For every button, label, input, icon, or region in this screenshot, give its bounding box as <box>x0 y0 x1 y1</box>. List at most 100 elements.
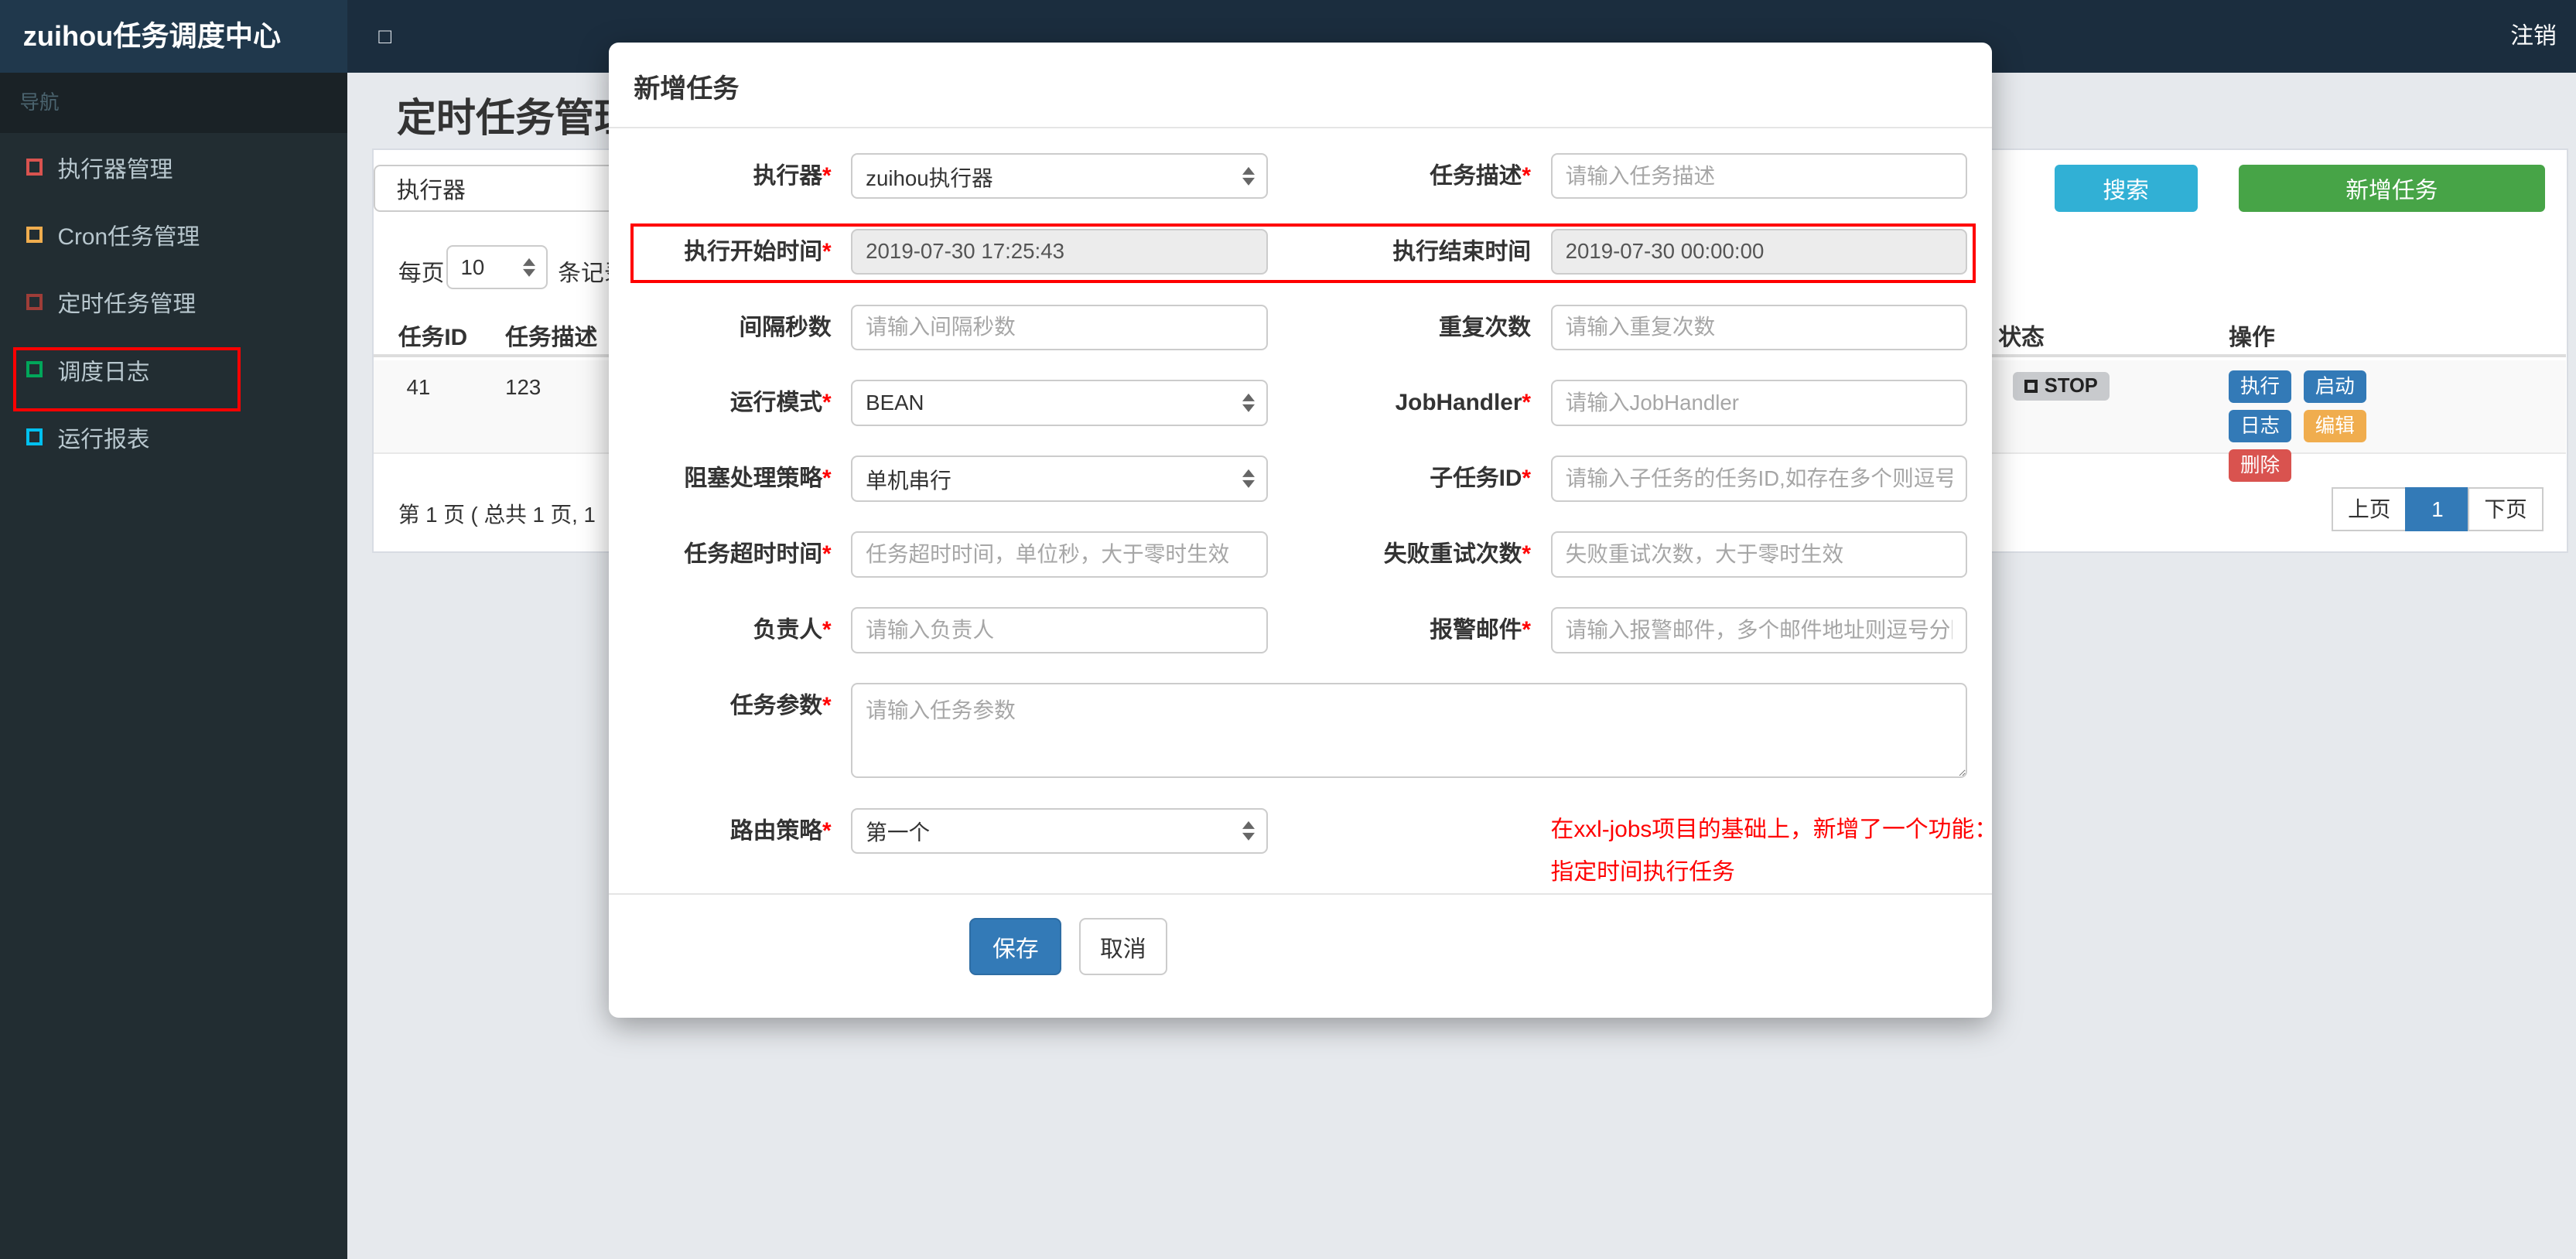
perpage-select-value: 10 <box>460 254 485 279</box>
repeat-count-input[interactable] <box>1550 304 1967 351</box>
col-header-task-desc: 任务描述 <box>505 324 598 350</box>
field-label: 任务参数 <box>729 692 823 718</box>
required-asterisk: * <box>1522 162 1532 189</box>
current-page-button[interactable]: 1 <box>2405 486 2470 532</box>
jobhandler-input[interactable] <box>1550 380 1967 426</box>
save-button[interactable]: 保存 <box>969 918 1062 975</box>
start-button[interactable]: 启动 <box>2303 370 2366 404</box>
route-strategy-select[interactable]: 第一个 <box>851 807 1268 855</box>
required-asterisk: * <box>1522 390 1532 416</box>
logout-link[interactable]: 注销 <box>2510 0 2557 73</box>
sidebar-item-scheduled-task-mgmt[interactable]: 定时任务管理 <box>0 268 347 336</box>
cancel-button[interactable]: 取消 <box>1078 918 1168 975</box>
sidebar-item-run-report[interactable]: 运行报表 <box>0 403 347 470</box>
form-row: 执行器* zuihou执行器 任务描述* <box>634 152 1967 200</box>
square-icon <box>26 159 43 176</box>
field-label: 阻塞处理策略 <box>684 466 823 492</box>
required-asterisk: * <box>1522 617 1532 643</box>
select-arrow-icon <box>1242 394 1255 412</box>
sidebar: 导航 执行器管理 Cron任务管理 定时任务管理 调度日志 运行报表 <box>0 72 347 1259</box>
search-button[interactable]: 搜索 <box>2054 164 2198 213</box>
field-label: 负责人 <box>753 617 823 643</box>
square-icon <box>26 226 43 243</box>
field-label: 执行器 <box>753 162 823 189</box>
sidebar-item-label: 定时任务管理 <box>57 292 196 318</box>
required-asterisk: * <box>822 162 832 189</box>
field-label: 子任务ID <box>1430 466 1522 492</box>
task-timeout-input[interactable] <box>851 531 1268 578</box>
field-label: 间隔秒数 <box>739 314 832 340</box>
sidebar-item-cron-task-mgmt[interactable]: Cron任务管理 <box>0 201 347 268</box>
sidebar-item-label: 调度日志 <box>57 359 150 385</box>
square-icon <box>26 428 43 445</box>
add-task-button[interactable]: 新增任务 <box>2238 164 2545 213</box>
app-screen: zuihou任务调度中心 □ 注销 导航 执行器管理 Cron任务管理 定时任务… <box>0 0 2576 1259</box>
required-asterisk: * <box>822 541 832 568</box>
select-arrow-icon <box>1242 166 1255 186</box>
sidebar-item-dispatch-log[interactable]: 调度日志 <box>0 336 347 403</box>
field-label: 任务描述 <box>1430 162 1522 189</box>
delete-button[interactable]: 删除 <box>2229 449 2291 483</box>
perpage-label: 每页 <box>398 260 445 286</box>
form-row: 执行开始时间* 执行结束时间 <box>634 228 1967 275</box>
sidebar-item-label: 执行器管理 <box>57 156 173 183</box>
run-mode-select[interactable]: BEAN <box>851 380 1268 426</box>
sidebar-item-label: 运行报表 <box>57 426 150 452</box>
row-actions: 执行 启动 日志 编辑 删除 <box>2229 367 2443 485</box>
required-asterisk: * <box>822 466 832 492</box>
modal-footer: 保存 取消 <box>609 893 1992 1018</box>
col-header-actions: 操作 <box>2229 324 2275 350</box>
prev-page-button[interactable]: 上页 <box>2331 486 2407 532</box>
field-label: JobHandler <box>1395 390 1522 416</box>
alarm-email-input[interactable] <box>1550 607 1967 653</box>
modal-title: 新增任务 <box>634 74 740 104</box>
field-label: 重复次数 <box>1438 314 1532 340</box>
col-header-status: 状态 <box>1998 324 2045 350</box>
required-asterisk: * <box>822 390 832 416</box>
stop-icon <box>2024 380 2038 394</box>
required-asterisk: * <box>822 238 832 264</box>
required-asterisk: * <box>822 617 832 643</box>
sidebar-item-executor-mgmt[interactable]: 执行器管理 <box>0 133 347 200</box>
executor-filter-label: 执行器 <box>396 178 466 204</box>
task-params-textarea[interactable] <box>851 682 1967 779</box>
fail-retry-count-input[interactable] <box>1550 531 1967 578</box>
end-time-input[interactable] <box>1550 228 1967 275</box>
feature-note: 在xxl-jobs项目的基础上，新增了一个功能： 指定时间执行任务 <box>1551 808 1997 894</box>
pagination-info: 第 1 页 ( 总共 1 页, 1 <box>398 502 596 527</box>
perpage-select[interactable]: 10 <box>446 244 548 290</box>
modal-header: 新增任务 <box>609 43 1992 128</box>
field-label: 执行开始时间 <box>684 238 823 264</box>
select-arrow-icon <box>1242 821 1255 840</box>
start-time-input[interactable] <box>851 228 1268 275</box>
task-desc-input[interactable] <box>1550 152 1967 200</box>
required-asterisk: * <box>822 817 832 844</box>
page-title: 定时任务管理 <box>396 95 634 140</box>
log-button[interactable]: 日志 <box>2229 409 2291 443</box>
modal-body: 执行器* zuihou执行器 任务描述* 执行开始时间* 执行结束时间 间隔秒数 <box>609 128 1997 893</box>
required-asterisk: * <box>1522 541 1532 568</box>
cell-task-desc: 123 <box>505 375 542 400</box>
field-label: 报警邮件 <box>1430 617 1522 643</box>
field-label: 执行结束时间 <box>1392 238 1532 264</box>
sidebar-toggle-icon[interactable]: □ <box>365 0 405 73</box>
square-icon <box>26 293 43 311</box>
pagination: 上页 1 下页 <box>2331 486 2544 532</box>
col-header-task-id: 任务ID <box>398 324 468 350</box>
select-arrow-icon <box>522 258 535 277</box>
next-page-button[interactable]: 下页 <box>2468 486 2544 532</box>
executor-select[interactable]: zuihou执行器 <box>851 152 1268 200</box>
block-strategy-select[interactable]: 单机串行 <box>851 455 1268 502</box>
child-task-id-input[interactable] <box>1550 455 1967 502</box>
app-logo[interactable]: zuihou任务调度中心 <box>0 0 347 73</box>
interval-seconds-input[interactable] <box>851 304 1268 351</box>
cell-task-id: 41 <box>406 375 431 400</box>
feature-note-line2: 指定时间执行任务 <box>1550 858 1735 885</box>
edit-button[interactable]: 编辑 <box>2303 409 2366 443</box>
field-label: 任务超时时间 <box>684 541 823 568</box>
execute-button[interactable]: 执行 <box>2229 370 2291 404</box>
field-label: 失败重试次数 <box>1383 541 1522 568</box>
owner-input[interactable] <box>851 607 1268 653</box>
square-icon <box>26 361 43 378</box>
required-asterisk: * <box>1522 466 1532 492</box>
